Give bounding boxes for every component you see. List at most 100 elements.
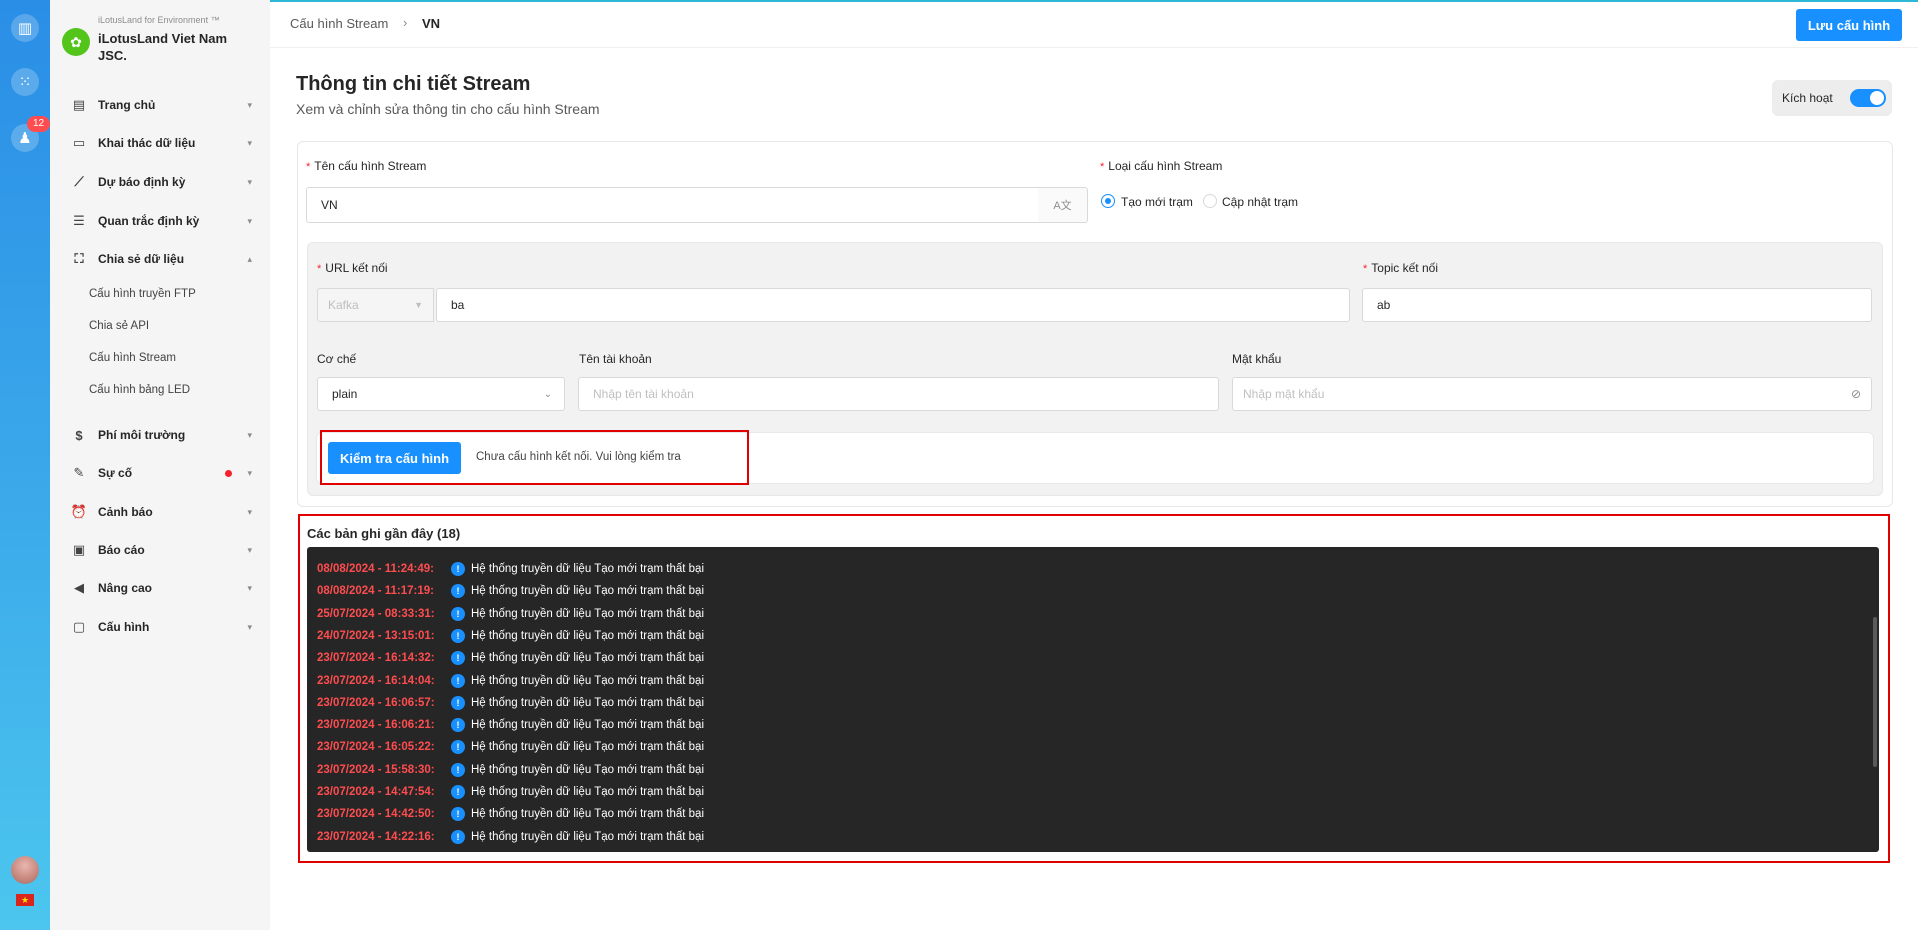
sidebar-item-environment-fee[interactable]: $ Phí môi trường ▾ <box>50 420 270 450</box>
chevron-down-icon: ▾ <box>247 582 252 593</box>
sidebar-item-label: Nâng cao <box>98 581 153 595</box>
sidebar-item-data-mining[interactable]: ▭ Khai thác dữ liệu ▾ <box>50 128 270 158</box>
log-timestamp: 23/07/2024 - 16:06:57: <box>317 696 435 709</box>
sidebar-item-label: Sự cố <box>98 466 133 480</box>
password-label: Mật khẩu <box>1232 352 1282 366</box>
sidebar-item-data-sharing[interactable]: ⛶ Chia sẻ dữ liệu ▴ <box>50 244 270 274</box>
activate-toggle[interactable] <box>1850 89 1886 107</box>
log-row: 23/07/2024 - 16:06:21:! Hệ thống truyền d… <box>317 716 704 734</box>
log-timestamp: 23/07/2024 - 16:06:21: <box>317 719 435 732</box>
info-icon: ! <box>451 651 465 666</box>
sidebar-item-incident[interactable]: ✎ Sự cố ▾ <box>50 458 270 488</box>
log-timestamp: 23/07/2024 - 16:14:32: <box>317 652 435 665</box>
app-logo-icon[interactable]: ▥ <box>11 14 39 42</box>
sidebar-item-report[interactable]: ▣ Báo cáo ▾ <box>50 535 270 565</box>
document-icon: ☰ <box>73 213 85 228</box>
sidebar-item-home[interactable]: ▤ Trang chủ ▾ <box>50 90 270 120</box>
log-row: 23/07/2024 - 15:58:30:! Hệ thống truyền d… <box>317 761 704 779</box>
avatar[interactable] <box>11 856 39 884</box>
layout-icon: ▤ <box>72 97 86 112</box>
log-message: Hệ thống truyền dữ liệu Tạo mới trạm thấ… <box>471 629 705 642</box>
radio-update-station[interactable] <box>1203 194 1217 208</box>
chevron-up-icon: ▴ <box>247 253 252 264</box>
alert-dot <box>225 469 232 477</box>
mechanism-label: Cơ chế <box>317 352 357 366</box>
stream-name-input[interactable]: VN <box>306 187 1039 223</box>
caret-down-icon: ▼ <box>414 300 423 310</box>
log-row: 23/07/2024 - 14:42:50:! Hệ thống truyền d… <box>317 805 704 823</box>
chevron-down-icon: ▾ <box>247 215 252 226</box>
log-message: Hệ thống truyền dữ liệu Tạo mới trạm thấ… <box>471 674 705 687</box>
log-row: 23/07/2024 - 16:06:57:! Hệ thống truyền d… <box>317 694 704 712</box>
sidebar-item-configuration[interactable]: ▢ Cấu hình ▾ <box>50 612 270 642</box>
sidebar-item-label: Chia sẻ dữ liệu <box>98 252 185 266</box>
log-row: 08/08/2024 - 11:17:19:! Hệ thống truyền d… <box>317 582 704 600</box>
dollar-icon: $ <box>75 427 83 443</box>
settings-icon: ▢ <box>72 619 86 634</box>
radio-create-station-label[interactable]: Tạo mới trạm <box>1121 195 1193 209</box>
sidebar-subitem-led[interactable]: Cấu hình bảng LED <box>89 384 190 396</box>
sidebar-item-forecast[interactable]: ⟋ Dự báo định kỳ ▾ <box>50 167 270 197</box>
info-icon: ! <box>451 740 465 755</box>
chevron-down-icon: ▾ <box>247 544 252 555</box>
info-icon: ! <box>451 606 465 621</box>
alarm-icon: ⏰ <box>70 504 88 519</box>
translate-icon[interactable]: A文 <box>1038 187 1088 223</box>
sidebar-subitem-stream[interactable]: Cấu hình Stream <box>89 352 176 364</box>
report-icon: ▣ <box>72 542 86 557</box>
info-icon: ! <box>451 673 465 688</box>
stream-type-label: * Loại cấu hình Stream <box>1100 159 1223 173</box>
log-row: 25/07/2024 - 08:33:31:! Hệ thống truyền d… <box>317 605 704 623</box>
activate-switch-group: Kích hoạt <box>1772 80 1892 116</box>
log-timestamp: 24/07/2024 - 13:15:01: <box>317 629 435 642</box>
page-subtitle: Xem và chỉnh sửa thông tin cho cấu hình … <box>296 101 600 117</box>
log-row: 23/07/2024 - 16:14:32:! Hệ thống truyền d… <box>317 649 704 667</box>
chevron-down-icon: ▾ <box>247 506 252 517</box>
info-icon: ! <box>451 562 465 576</box>
stream-name-label: * Tên cấu hình Stream <box>306 159 427 173</box>
log-row: 08/08/2024 - 11:24:49:! Hệ thống truyền d… <box>317 560 704 578</box>
log-console[interactable]: 08/08/2024 - 11:24:49:! Hệ thống truyền d… <box>307 547 1879 852</box>
topic-input[interactable]: ab <box>1362 288 1872 322</box>
breadcrumb-parent[interactable]: Cấu hình Stream <box>290 16 388 31</box>
logs-title: Các bản ghi gần đây (18) <box>307 526 461 541</box>
log-timestamp: 08/08/2024 - 11:17:19: <box>317 585 435 598</box>
radio-create-station[interactable] <box>1101 194 1115 208</box>
chevron-down-icon: ▾ <box>247 137 252 148</box>
log-row: 23/07/2024 - 16:05:22:! Hệ thống truyền d… <box>317 738 704 756</box>
url-protocol-select: Kafka ▼ <box>317 288 434 322</box>
sidebar-item-label: Quan trắc định kỳ <box>98 214 200 228</box>
language-flag-icon[interactable]: ★ <box>16 894 34 906</box>
monitor-icon: ▭ <box>72 135 86 150</box>
mechanism-select[interactable]: plain ⌄ <box>317 377 565 411</box>
url-label: * URL kết nối <box>317 261 388 275</box>
log-message: Hệ thống truyền dữ liệu Tạo mới trạm thấ… <box>471 652 705 665</box>
save-config-button[interactable]: Lưu cấu hình <box>1796 9 1902 41</box>
sidebar-subitem-api[interactable]: Chia sẻ API <box>89 320 149 332</box>
notification-badge: 12 <box>27 116 51 132</box>
topic-label: * Topic kết nối <box>1363 261 1438 275</box>
sidebar-item-warning[interactable]: ⏰ Cảnh báo ▾ <box>50 497 270 527</box>
sidebar-item-periodic-monitoring[interactable]: ☰ Quan trắc định kỳ ▾ <box>50 206 270 236</box>
url-input[interactable]: ba <box>436 288 1350 322</box>
sidebar-item-label: Khai thác dữ liệu <box>98 136 196 150</box>
sidebar-item-label: Phí môi trường <box>98 428 186 442</box>
info-icon: ! <box>451 829 465 844</box>
scrollbar-thumb[interactable] <box>1873 617 1877 767</box>
sidebar-item-label: Báo cáo <box>98 543 145 557</box>
megaphone-icon: ◀ <box>74 580 84 595</box>
sidebar-subitem-ftp[interactable]: Cấu hình truyền FTP <box>89 288 196 300</box>
radio-update-station-label[interactable]: Cập nhật trạm <box>1222 195 1298 209</box>
log-message: Hệ thống truyền dữ liệu Tạo mới trạm thấ… <box>471 830 705 843</box>
sidebar-item-label: Cảnh báo <box>98 505 153 519</box>
log-timestamp: 23/07/2024 - 14:47:54: <box>317 786 435 798</box>
app-rail: ▥ ⁙ ♟ 12 ★ <box>0 0 51 930</box>
password-input[interactable]: Nhập mật khẩu ⊘ <box>1232 377 1872 411</box>
sidebar-item-advanced[interactable]: ◀ Nâng cao ▾ <box>50 573 270 603</box>
log-timestamp: 08/08/2024 - 11:24:49: <box>317 563 435 575</box>
share-icon: ⛶ <box>74 251 84 266</box>
grid-icon[interactable]: ⁙ <box>11 68 39 96</box>
highlight-frame-test <box>320 430 749 485</box>
log-message: Hệ thống truyền dữ liệu Tạo mới trạm thấ… <box>471 563 705 575</box>
username-input[interactable]: Nhập tên tài khoản <box>578 377 1219 411</box>
